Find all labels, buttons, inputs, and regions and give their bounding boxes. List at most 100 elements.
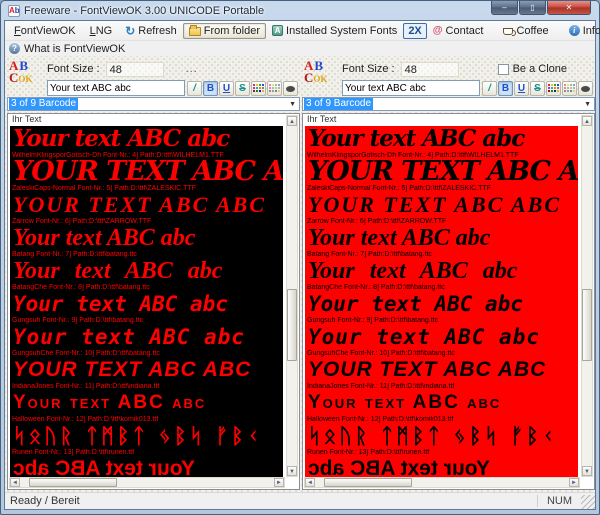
italic-button[interactable]: / <box>482 80 497 96</box>
scrollbar-thumb[interactable] <box>324 478 412 487</box>
app-icon: Ab <box>8 5 20 17</box>
font-sample-row[interactable]: Your text ABC abc BatangChe Font-Nr.: 8] … <box>10 258 283 291</box>
sample-text-input[interactable] <box>342 80 480 96</box>
scrollbar-thumb[interactable] <box>29 478 117 487</box>
menu-lng[interactable]: LNG <box>83 23 120 39</box>
horizontal-scrollbar[interactable]: ◄ ► <box>9 477 285 488</box>
font-sample-row[interactable]: Your text ABC abc IndianaJones Font-Nr.: … <box>10 357 283 390</box>
more-options-label[interactable]: ... <box>186 63 198 75</box>
scroll-right-icon[interactable]: ► <box>274 478 284 487</box>
italic-button[interactable]: / <box>187 80 202 96</box>
font-sample-text: Your text ABC abc <box>13 225 196 251</box>
scrollbar-thumb[interactable] <box>287 288 297 361</box>
font-sample-row[interactable]: Your text ABC abc Zarrow Font-Nr.: 6] Pat… <box>10 192 283 225</box>
font-caption: Halloween Font-Nr.: 12] Path:D:\ttf\komi… <box>12 416 159 423</box>
background-color-button[interactable] <box>562 80 577 96</box>
minimize-button[interactable]: – <box>491 1 518 15</box>
main-area: AB COK Font Size : 48 ... / B U <box>5 56 595 492</box>
maximize-button[interactable]: ▯ <box>519 1 546 15</box>
vertical-scrollbar[interactable]: ▲ ▼ <box>581 115 593 477</box>
palette-icon <box>252 82 265 94</box>
scroll-down-icon[interactable]: ▼ <box>287 466 297 476</box>
font-sample-row[interactable]: Your text ABC abc Gungsuh Font-Nr.: 9] Pa… <box>10 291 283 324</box>
font-select-combo[interactable]: 3 of 9 Barcode ▼ <box>7 97 300 111</box>
font-size-spinner[interactable]: 48 <box>105 61 164 77</box>
font-sample-row[interactable]: Your text ABC abc BatangChe Font-Nr.: 8] … <box>305 258 578 291</box>
font-sample-row[interactable]: Your text ABC abc GungsuhChe Font-Nr.: 10… <box>10 324 283 357</box>
text-color-button[interactable] <box>251 80 266 96</box>
font-sample-row[interactable]: Your text ABC abcSpiegel Arial Font-Nr.:… <box>305 456 578 477</box>
what-is-fontviewok-link[interactable]: What is FontViewOK <box>24 43 125 55</box>
font-sample-text: Your text ABC abc <box>308 358 547 381</box>
scrollbar-thumb[interactable] <box>582 288 592 361</box>
font-size-label: Font Size : <box>47 63 100 75</box>
info-icon: i <box>568 25 580 36</box>
underline-button[interactable]: U <box>219 80 234 96</box>
font-sample-row[interactable]: Your text ABC abc Halloween Font-Nr.: 12]… <box>10 390 283 423</box>
status-num: NUM <box>537 495 581 507</box>
font-sample-row[interactable]: Your text ABC abcSpiegel Arial Font-Nr.:… <box>10 456 283 477</box>
refresh-button[interactable]: ↻ Refresh <box>119 23 183 39</box>
bold-button[interactable]: B <box>498 80 513 96</box>
font-sample-row[interactable]: Your text ABC abc Halloween Font-Nr.: 12]… <box>305 390 578 423</box>
font-select-combo[interactable]: 3 of 9 Barcode ▼ <box>302 97 595 111</box>
zoom-2x-button[interactable]: 2X <box>403 22 427 39</box>
palette-icon <box>563 82 576 94</box>
font-sample-row[interactable]: Your text ABC abc GungsuhChe Font-Nr.: 10… <box>305 324 578 357</box>
menu-fontviewok[interactable]: FontViewOK <box>7 23 83 39</box>
sample-text-input[interactable] <box>47 80 185 96</box>
close-button[interactable]: ✕ <box>547 1 591 15</box>
help-globe-icon: ? <box>9 43 20 54</box>
status-ready: Ready / Bereit <box>10 495 80 507</box>
installed-system-fonts-button[interactable]: A Installed System Fonts <box>266 23 403 39</box>
font-caption: IndianaJones Font-Nr.: 11] Path:D:\ttf\i… <box>12 383 160 390</box>
titlebar[interactable]: Ab Freeware - FontViewOK 3.00 UNICODE Po… <box>4 1 596 20</box>
color-reset-button[interactable] <box>283 80 298 96</box>
font-caption: ZaleskiCaps-Normal Font-Nr.: 5] Path:D:\… <box>307 185 491 192</box>
font-caption: ZaleskiCaps-Normal Font-Nr.: 5] Path:D:\… <box>12 185 196 192</box>
font-caption: Gungsuh Font-Nr.: 9] Path:D:\ttf\batang.… <box>307 317 439 324</box>
font-sample-row[interactable]: Your text ABC abc IndianaJones Font-Nr.: … <box>305 357 578 390</box>
scroll-up-icon[interactable]: ▲ <box>287 116 297 126</box>
fontviewok-logo-icon: AB COK <box>304 58 328 85</box>
font-sample-row[interactable]: Your text ABC abcZaleskiCaps-Normal Font… <box>10 159 283 192</box>
font-sample-row[interactable]: ᛋᛟᚢᚱ ᛏᛗᛒᛏ ᛃᛒᛋ ᚠᛒᚲ Runen Font-Nr.: 13] Pat… <box>10 423 283 456</box>
be-a-clone-checkbox[interactable] <box>497 63 509 75</box>
resize-grip[interactable] <box>581 495 595 509</box>
font-sample-row[interactable]: Your text ABC abc WilhelmKlingsporGotisch… <box>305 126 578 159</box>
background-color-button[interactable] <box>267 80 282 96</box>
text-color-button[interactable] <box>546 80 561 96</box>
strikethrough-button[interactable]: S <box>530 80 545 96</box>
font-sample-row[interactable]: Your text ABC abc Zarrow Font-Nr.: 6] Pat… <box>305 192 578 225</box>
font-sample-row[interactable]: Your text ABC abcZaleskiCaps-Normal Font… <box>305 159 578 192</box>
menubar: FontViewOK LNG ↻ Refresh From folder A I… <box>5 21 600 41</box>
font-sample-row[interactable]: Your text ABC abc Batang Font-Nr.: 7] Pat… <box>10 225 283 258</box>
app-window: Ab Freeware - FontViewOK 3.00 UNICODE Po… <box>0 0 600 515</box>
scroll-left-icon[interactable]: ◄ <box>305 478 315 487</box>
font-preview-list[interactable]: Ihr Text Your text ABC abc WilhelmKlingsp… <box>302 113 595 490</box>
font-preview-list[interactable]: Ihr Text Your text ABC abc WilhelmKlingsp… <box>7 113 300 490</box>
font-sample-row[interactable]: Your text ABC abc Batang Font-Nr.: 7] Pat… <box>305 225 578 258</box>
coffee-button[interactable]: Coffee <box>497 23 554 39</box>
scroll-up-icon[interactable]: ▲ <box>582 116 592 126</box>
scroll-right-icon[interactable]: ► <box>569 478 579 487</box>
contact-icon: @ <box>432 25 443 36</box>
contact-button[interactable]: @ Contact <box>427 23 490 39</box>
from-folder-button[interactable]: From folder <box>182 22 267 39</box>
font-sample-row[interactable]: ᛋᛟᚢᚱ ᛏᛗᛒᛏ ᛃᛒᛋ ᚠᛒᚲ Runen Font-Nr.: 13] Pat… <box>305 423 578 456</box>
info-button[interactable]: i Info <box>563 23 600 39</box>
color-reset-button[interactable] <box>578 80 593 96</box>
strikethrough-button[interactable]: S <box>235 80 250 96</box>
left-panel: AB COK Font Size : 48 ... / B U <box>7 59 300 490</box>
bold-button[interactable]: B <box>203 80 218 96</box>
underline-button[interactable]: U <box>514 80 529 96</box>
font-caption: Runen Font-Nr.: 13] Path:D:\ttf\runen.tt… <box>307 449 430 456</box>
font-size-spinner[interactable]: 48 <box>400 61 459 77</box>
font-sample-text: Your text ABC abc <box>13 392 207 413</box>
scroll-down-icon[interactable]: ▼ <box>582 466 592 476</box>
font-sample-row[interactable]: Your text ABC abc WilhelmKlingsporGotisch… <box>10 126 283 159</box>
horizontal-scrollbar[interactable]: ◄ ► <box>304 477 580 488</box>
vertical-scrollbar[interactable]: ▲ ▼ <box>286 115 298 477</box>
font-sample-row[interactable]: Your text ABC abc Gungsuh Font-Nr.: 9] Pa… <box>305 291 578 324</box>
scroll-left-icon[interactable]: ◄ <box>10 478 20 487</box>
